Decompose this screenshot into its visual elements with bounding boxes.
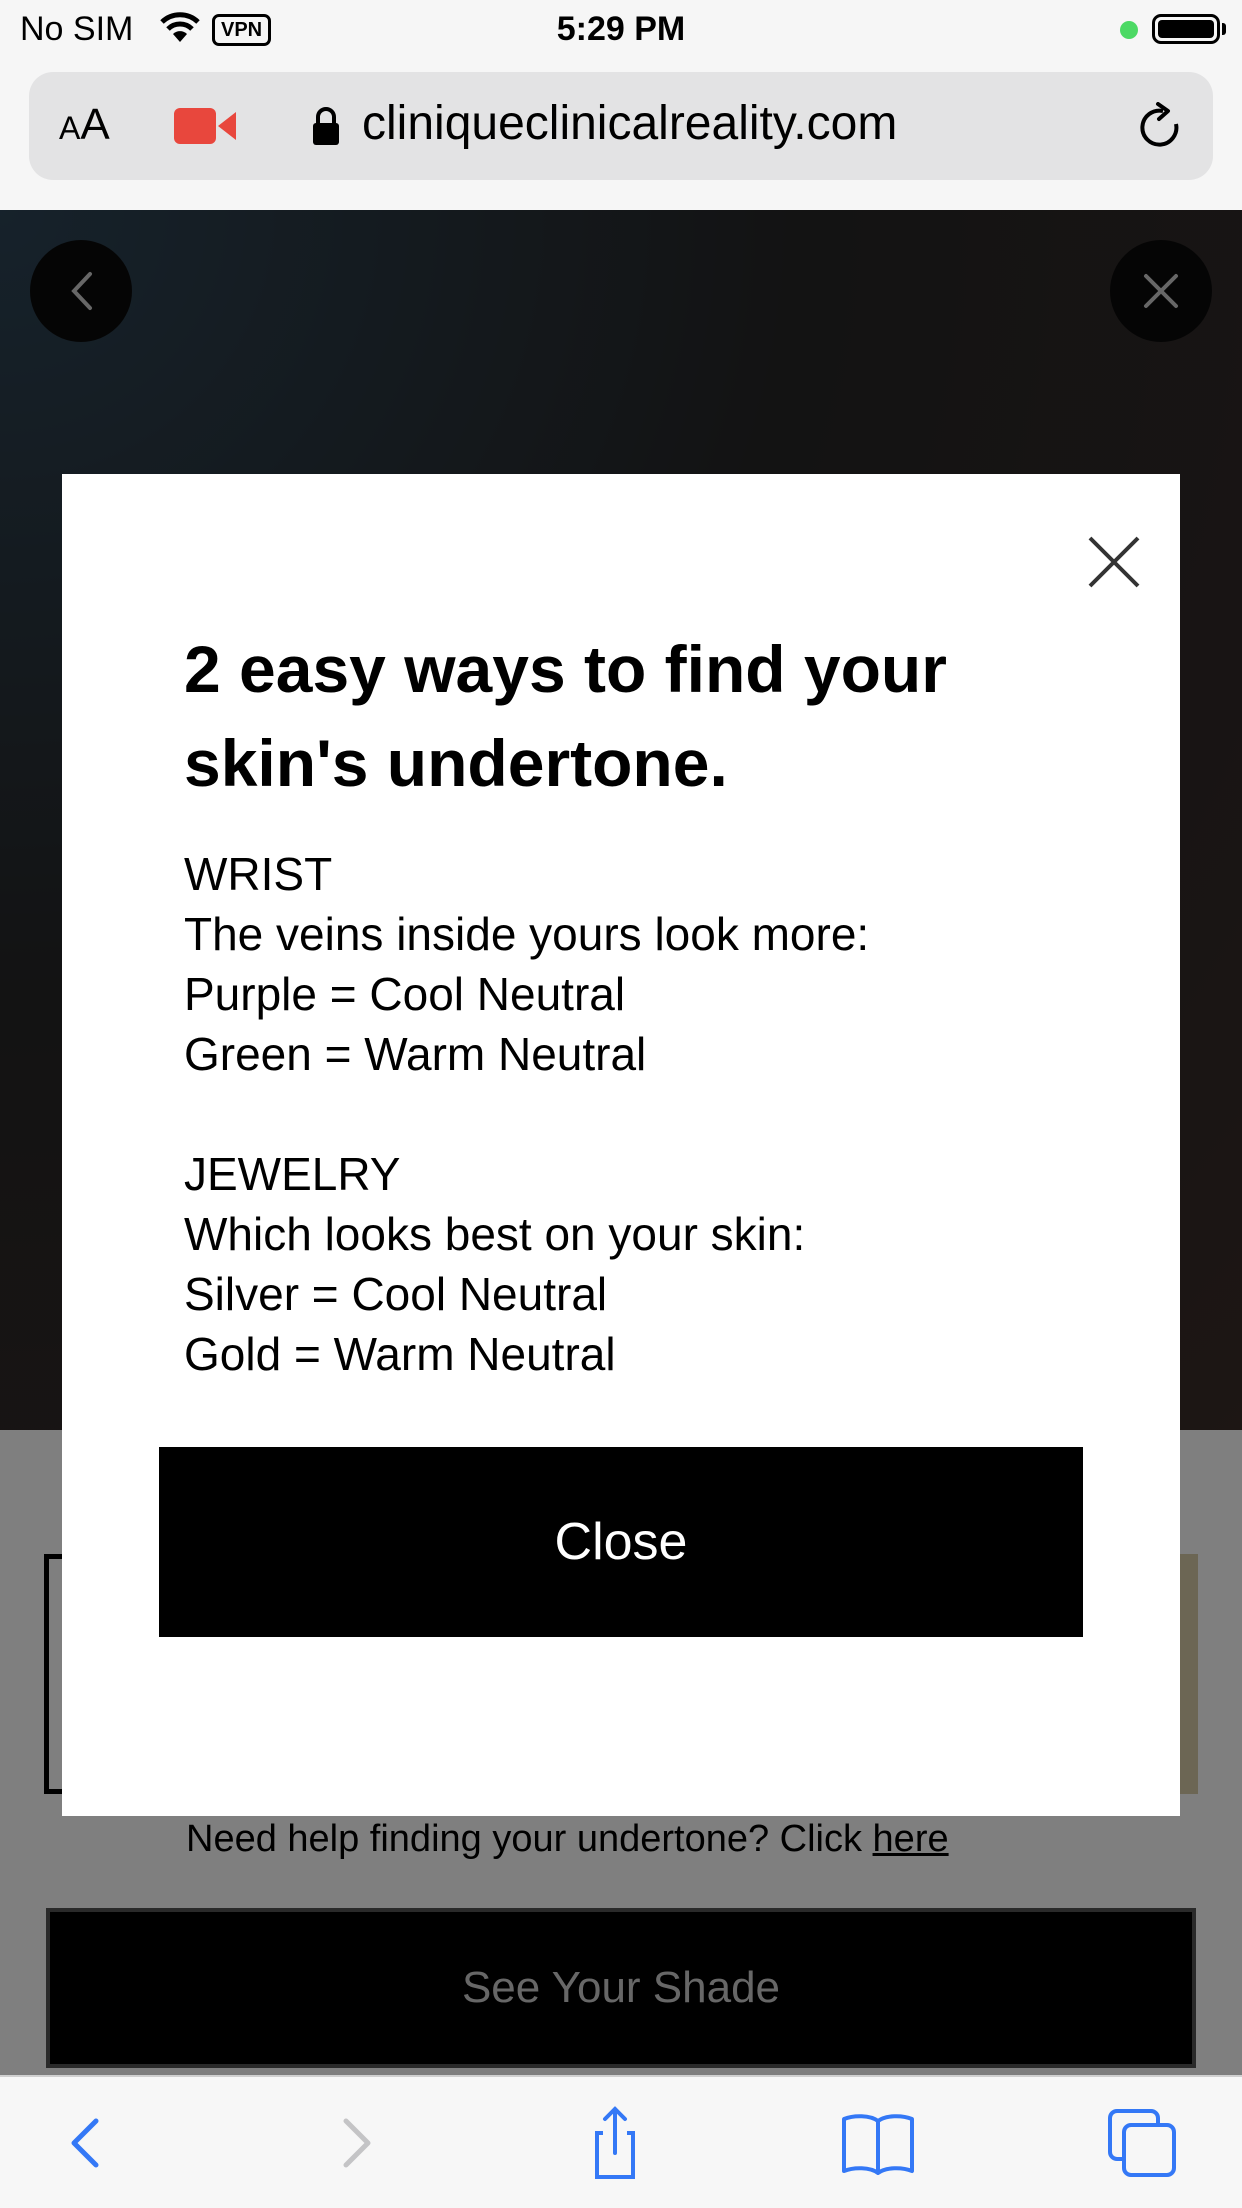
forward-icon[interactable] [316,2105,396,2181]
reload-icon[interactable] [1136,102,1186,154]
bookmarks-icon[interactable] [838,2105,918,2181]
browser-toolbar [0,2075,1242,2208]
wrist-question: The veins inside yours look more: [184,908,870,960]
camera-icon[interactable] [174,106,236,146]
share-icon[interactable] [575,2105,655,2181]
jewelry-option-warm: Gold = Warm Neutral [184,1328,616,1380]
jewelry-question: Which looks best on your skin: [184,1208,806,1260]
address-bar[interactable]: AA cliniqueclinicalreality.com [29,72,1213,180]
url-text[interactable]: cliniqueclinicalreality.com [362,96,897,151]
section-spacer [184,1084,1124,1144]
battery-icon [1152,14,1220,44]
wrist-heading: WRIST [184,848,333,900]
status-bar: No SIM VPN 5:29 PM [0,0,1242,62]
text-size-button[interactable]: AA [59,100,110,150]
modal-title: 2 easy ways to find your skin's underton… [184,632,947,800]
modal-close-button[interactable]: Close [159,1447,1083,1637]
status-time: 5:29 PM [556,10,686,48]
modal-close-icon[interactable] [1074,522,1154,602]
battery-tip [1222,23,1226,35]
back-icon[interactable] [46,2105,126,2181]
tabs-icon[interactable] [1102,2105,1182,2181]
browser-address-area: AA cliniqueclinicalreality.com [0,62,1242,210]
jewelry-heading: JEWELRY [184,1148,401,1200]
lock-icon [313,107,339,145]
wrist-option-warm: Green = Warm Neutral [184,1028,647,1080]
wrist-option-cool: Purple = Cool Neutral [184,968,626,1020]
undertone-modal: 2 easy ways to find your skin's underton… [62,474,1180,1816]
modal-body: WRIST The veins inside yours look more: … [184,844,1124,1384]
mic-indicator-icon [1120,21,1138,39]
jewelry-option-cool: Silver = Cool Neutral [184,1268,608,1320]
